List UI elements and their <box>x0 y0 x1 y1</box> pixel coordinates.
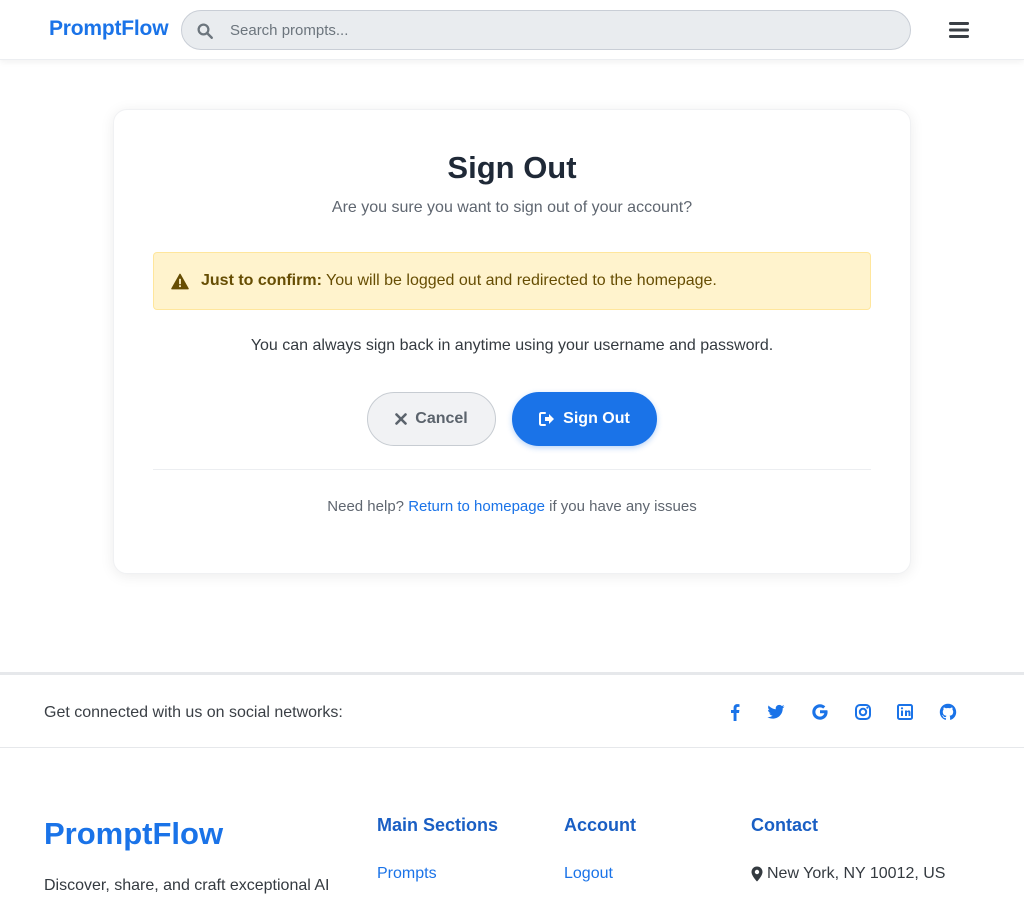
cancel-button[interactable]: Cancel <box>367 392 496 446</box>
search-icon <box>197 23 213 39</box>
cancel-label: Cancel <box>415 410 468 427</box>
instagram-icon[interactable] <box>853 702 873 722</box>
facebook-icon[interactable] <box>725 702 745 722</box>
warning-icon <box>171 273 189 290</box>
footer-contact-address: New York, NY 10012, US <box>751 865 945 883</box>
search-bar <box>181 10 911 50</box>
navbar: PromptFlow <box>0 0 1024 60</box>
help-suffix: if you have any issues <box>544 498 697 515</box>
help-prefix: Need help? <box>327 498 409 515</box>
page-subtitle: Are you sure you want to sign out of you… <box>331 199 693 216</box>
footer-description: Discover, share, and craft exceptional A… <box>44 877 330 894</box>
footer-link-logout[interactable]: Logout <box>564 865 613 883</box>
linkedin-icon[interactable] <box>895 702 915 722</box>
alert-strong: Just to confirm: <box>201 272 322 289</box>
hamburger-menu-icon[interactable] <box>948 19 970 41</box>
brand-logo[interactable]: PromptFlow <box>49 17 169 41</box>
footer-heading-main-sections: Main Sections <box>377 815 499 835</box>
info-text: You can always sign back in anytime usin… <box>250 337 774 354</box>
close-icon <box>395 413 408 425</box>
footer-link-prompts[interactable]: Prompts <box>377 865 437 883</box>
confirm-alert: Just to confirm: You will be logged out … <box>153 252 871 310</box>
return-homepage-link[interactable]: Return to homepage <box>408 498 545 515</box>
search-input[interactable] <box>230 11 890 49</box>
github-icon[interactable] <box>938 702 958 722</box>
social-text: Get connected with us on social networks… <box>44 704 343 721</box>
twitter-icon[interactable] <box>766 702 786 722</box>
alert-text: Just to confirm: You will be logged out … <box>201 272 717 290</box>
help-text: Need help? Return to homepage if you hav… <box>0 498 1024 515</box>
page-title: Sign Out <box>447 150 577 185</box>
contact-address-text: New York, NY 10012, US <box>767 865 946 882</box>
footer-heading-contact: Contact <box>751 815 818 835</box>
signout-button[interactable]: Sign Out <box>512 392 657 446</box>
social-bar: Get connected with us on social networks… <box>0 672 1024 748</box>
signout-label: Sign Out <box>563 410 630 427</box>
map-marker-icon <box>751 866 763 882</box>
card-divider <box>153 469 871 470</box>
alert-message: You will be logged out and redirected to… <box>321 272 717 289</box>
footer-heading-account: Account <box>564 815 636 835</box>
google-icon[interactable] <box>810 702 830 722</box>
sign-out-icon <box>539 412 555 426</box>
footer-brand[interactable]: PromptFlow <box>44 816 223 852</box>
